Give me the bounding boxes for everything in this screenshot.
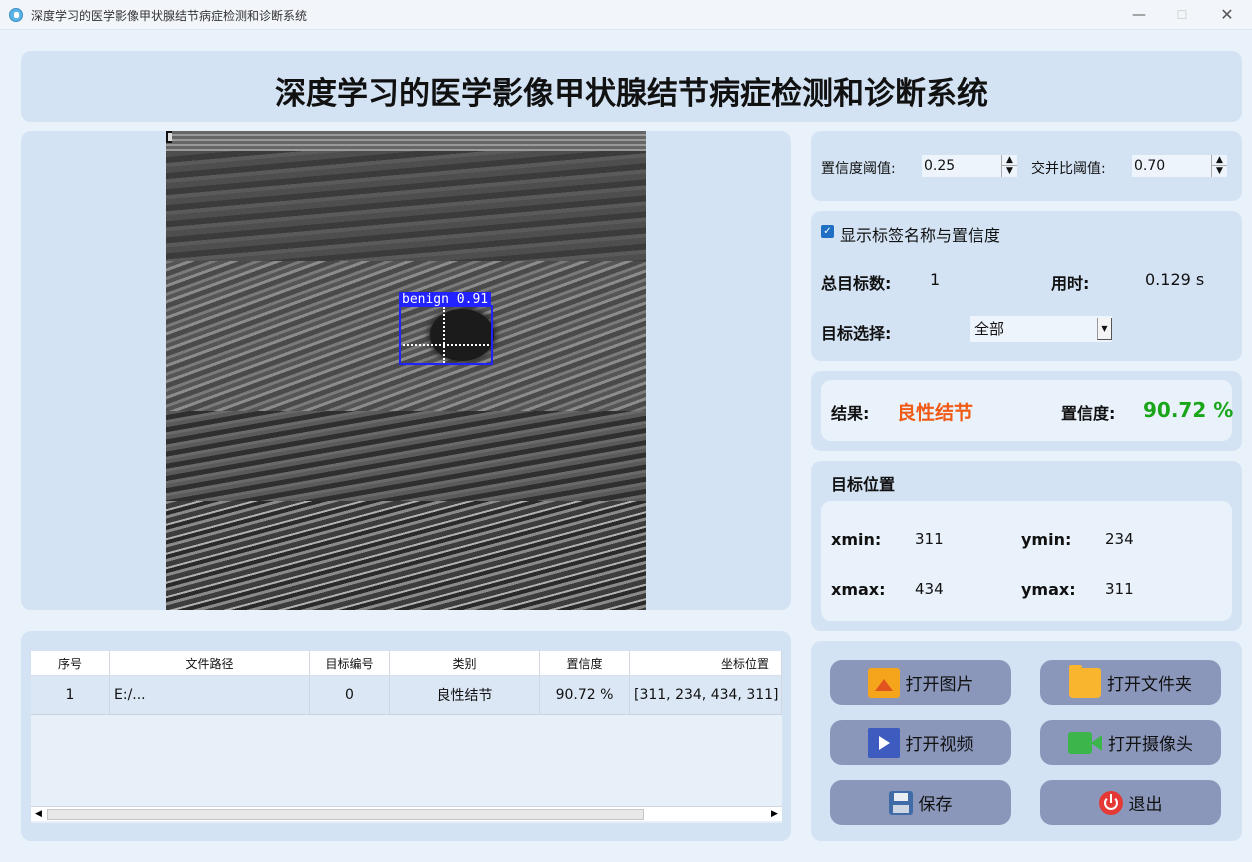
ultrasound-layer — [166, 411, 646, 501]
target-select-value: 全部 — [974, 320, 1005, 338]
show-labels-text[interactable]: 显示标签名称与置信度 — [840, 222, 1000, 246]
xmin-value: 311 — [915, 530, 944, 548]
iou-threshold-label: 交并比阈值: — [1031, 161, 1106, 177]
open-camera-button[interactable]: 打开摄像头 — [1040, 720, 1221, 765]
result-card: 结果: 良性结节 置信度: 90.72 % — [821, 380, 1234, 441]
xmax-label: xmax: — [831, 580, 886, 599]
show-labels-checkbox[interactable]: ✓ — [821, 225, 834, 238]
results-table: 序号 文件路径 目标编号 类别 置信度 坐标位置 1 E:/... 0 良性结节… — [31, 651, 782, 823]
window-title: 深度学习的医学影像甲状腺结节病症检测和诊断系统 — [31, 9, 308, 23]
column-header-index[interactable]: 序号 — [31, 651, 110, 675]
table-row[interactable]: 1 E:/... 0 良性结节 90.72 % [311, 234, 434, … — [31, 676, 782, 715]
column-header-target-id[interactable]: 目标编号 — [310, 651, 390, 675]
cell-class: 良性结节 — [390, 676, 540, 714]
column-header-coordinates[interactable]: 坐标位置 — [630, 651, 782, 675]
minimize-button[interactable]: — — [1128, 4, 1150, 26]
open-video-button[interactable]: 打开视频 — [830, 720, 1011, 765]
ultrasound-layer — [166, 131, 646, 151]
scrollbar-thumb[interactable] — [47, 809, 644, 820]
cell-index: 1 — [31, 676, 110, 714]
column-header-class[interactable]: 类别 — [390, 651, 540, 675]
action-buttons-panel: 打开图片 打开文件夹 打开视频 打开摄像头 保存 退出 — [811, 641, 1242, 841]
spin-up-icon[interactable]: ▲ — [1212, 155, 1227, 166]
detection-label: benign 0.91 — [399, 292, 492, 307]
folder-icon — [1069, 664, 1101, 698]
cell-confidence: 90.72 % — [540, 676, 630, 714]
total-targets-label: 总目标数: — [821, 274, 892, 293]
target-select-dropdown[interactable]: 全部 ▼ — [970, 316, 1112, 342]
result-label: 结果: — [831, 404, 870, 423]
image-display-panel: benign 0.91 — [21, 131, 791, 610]
cell-target-id: 0 — [310, 676, 390, 714]
exit-button[interactable]: 退出 — [1040, 780, 1221, 825]
camera-icon — [1068, 731, 1102, 754]
horizontal-scrollbar[interactable]: ◀ ▶ — [31, 806, 782, 821]
cell-coordinates: [311, 234, 434, 311] — [630, 676, 782, 714]
header-panel: 深度学习的医学影像甲状腺结节病症检测和诊断系统 — [21, 51, 1242, 122]
scroll-right-arrow-icon[interactable]: ▶ — [767, 807, 782, 822]
spin-up-icon[interactable]: ▲ — [1002, 155, 1017, 166]
confidence-label: 置信度: — [1061, 404, 1116, 423]
elapsed-time-label: 用时: — [1051, 274, 1090, 293]
settings-panel: ✓ 显示标签名称与置信度 总目标数: 1 用时: 0.129 s 目标选择: 全… — [811, 211, 1242, 361]
power-icon — [1098, 790, 1123, 815]
conf-threshold-value: 0.25 — [924, 158, 956, 174]
total-targets-value: 1 — [930, 270, 941, 289]
ultrasound-layer — [166, 151, 646, 261]
column-header-confidence[interactable]: 置信度 — [540, 651, 630, 675]
cell-path: E:/... — [110, 676, 310, 714]
position-card: xmin: 311 ymin: 234 xmax: 434 ymax: 311 — [821, 501, 1232, 621]
column-header-path[interactable]: 文件路径 — [110, 651, 310, 675]
elapsed-time-value: 0.129 s — [1145, 270, 1205, 289]
scroll-left-arrow-icon[interactable]: ◀ — [31, 807, 46, 822]
spin-down-icon[interactable]: ▼ — [1002, 166, 1017, 177]
table-header: 序号 文件路径 目标编号 类别 置信度 坐标位置 — [31, 651, 782, 676]
iou-threshold-spinbox[interactable]: 0.70 ▲ ▼ — [1132, 155, 1227, 177]
position-title: 目标位置 — [831, 475, 896, 494]
target-select-label: 目标选择: — [821, 324, 892, 343]
video-icon — [867, 727, 900, 758]
chevron-down-icon[interactable]: ▼ — [1097, 318, 1112, 340]
spin-down-icon[interactable]: ▼ — [1212, 166, 1227, 177]
ymax-value: 311 — [1105, 580, 1134, 598]
ymin-label: ymin: — [1021, 530, 1072, 549]
conf-threshold-spinbox[interactable]: 0.25 ▲ ▼ — [922, 155, 1017, 177]
maximize-button[interactable]: ☐ — [1171, 4, 1193, 26]
target-position-panel: 目标位置 xmin: 311 ymin: 234 xmax: 434 ymax:… — [811, 461, 1242, 631]
spin-buttons[interactable]: ▲ ▼ — [1211, 155, 1227, 177]
app-icon — [9, 8, 23, 22]
ultrasound-image: benign 0.91 — [166, 131, 646, 610]
conf-threshold-label: 置信度阈值: — [821, 161, 896, 177]
image-icon — [867, 667, 900, 698]
iou-threshold-value: 0.70 — [1134, 158, 1166, 174]
window-titlebar: 深度学习的医学影像甲状腺结节病症检测和诊断系统 — ☐ ✕ — [0, 0, 1252, 30]
ymax-label: ymax: — [1021, 580, 1076, 599]
results-table-panel: 序号 文件路径 目标编号 类别 置信度 坐标位置 1 E:/... 0 良性结节… — [21, 631, 791, 841]
save-button[interactable]: 保存 — [830, 780, 1011, 825]
detection-box — [399, 305, 493, 365]
ultrasound-layer — [166, 501, 646, 610]
exit-label: 退出 — [1128, 795, 1163, 815]
save-label: 保存 — [918, 795, 953, 815]
save-icon — [888, 790, 913, 815]
xmin-label: xmin: — [831, 530, 882, 549]
page-title: 深度学习的医学影像甲状腺结节病症检测和诊断系统 — [275, 76, 988, 112]
xmax-value: 434 — [915, 580, 944, 598]
threshold-panel: 置信度阈值: 0.25 ▲ ▼ 交并比阈值: 0.70 ▲ ▼ — [811, 131, 1242, 201]
spin-buttons[interactable]: ▲ ▼ — [1001, 155, 1017, 177]
open-video-label: 打开视频 — [905, 735, 974, 755]
open-folder-button[interactable]: 打开文件夹 — [1040, 660, 1221, 705]
close-button[interactable]: ✕ — [1216, 4, 1238, 26]
result-value: 良性结节 — [897, 402, 974, 424]
open-folder-label: 打开文件夹 — [1107, 675, 1192, 695]
result-panel: 结果: 良性结节 置信度: 90.72 % — [811, 371, 1242, 451]
confidence-value: 90.72 % — [1143, 398, 1234, 422]
open-camera-label: 打开摄像头 — [1108, 735, 1193, 755]
open-image-label: 打开图片 — [905, 675, 974, 695]
image-corner-marker — [166, 131, 172, 143]
ymin-value: 234 — [1105, 530, 1134, 548]
open-image-button[interactable]: 打开图片 — [830, 660, 1011, 705]
